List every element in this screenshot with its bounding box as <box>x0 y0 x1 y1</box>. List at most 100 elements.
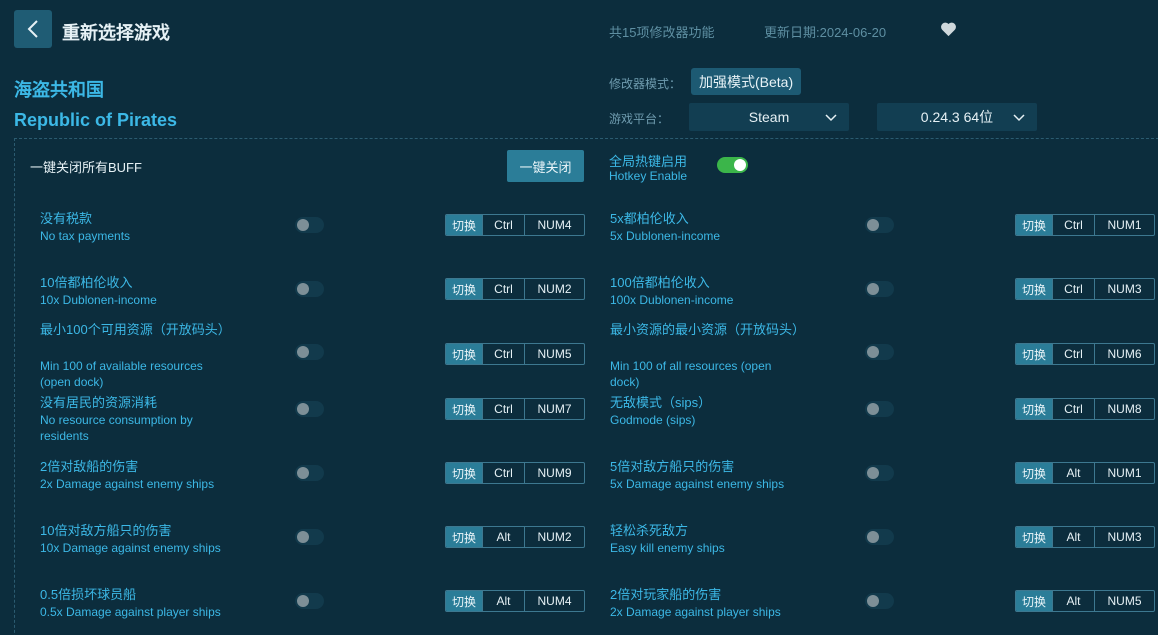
cheat-toggle[interactable] <box>865 217 894 233</box>
hotkey-combo[interactable]: 切换 Alt NUM3 <box>1015 526 1155 548</box>
hotkey-combo[interactable]: 切换 Ctrl NUM5 <box>445 343 585 365</box>
toggle-knob <box>297 403 309 415</box>
cheat-name-cn: 没有居民的资源消耗 <box>40 395 158 410</box>
toggle-knob <box>297 283 309 295</box>
cheat-name-cn: 100倍都柏伦收入 <box>610 275 710 290</box>
cheat-row: 2倍对敌船的伤害 2x Damage against enemy ships 切换 C… <box>40 457 585 517</box>
modifier-key: Ctrl <box>1052 215 1094 235</box>
cheat-name-cn: 2倍对玩家船的伤害 <box>610 587 722 602</box>
hotkey-combo[interactable]: 切换 Ctrl NUM7 <box>445 398 585 420</box>
hotkey-key: NUM4 <box>524 591 584 611</box>
hotkey-combo[interactable]: 切换 Ctrl NUM8 <box>1015 398 1155 420</box>
cheat-toggle[interactable] <box>865 344 894 360</box>
toggle-knob <box>867 219 879 231</box>
modifier-key: Alt <box>1052 463 1094 483</box>
toggle-knob <box>297 531 309 543</box>
heart-icon[interactable] <box>940 21 957 37</box>
cheat-name-cn: 2倍对敌船的伤害 <box>40 459 139 474</box>
cheat-toggle[interactable] <box>865 529 894 545</box>
toggle-knob <box>297 595 309 607</box>
hotkey-key: NUM7 <box>524 399 584 419</box>
cheat-row: 0.5倍损坏球员船 0.5x Damage against player ship… <box>40 585 585 635</box>
disable-all-button[interactable]: 一键关闭 <box>507 150 584 182</box>
switch-key-button[interactable]: 切换 <box>446 344 482 364</box>
cheat-row: 5x都柏伦收入 5x Dublonen-income 切换 Ctrl NUM1 <box>610 209 1155 269</box>
hotkey-combo[interactable]: 切换 Ctrl NUM1 <box>1015 214 1155 236</box>
cheat-name-cn: 5x都柏伦收入 <box>610 211 689 226</box>
cheat-toggle[interactable] <box>295 529 324 545</box>
switch-key-button[interactable]: 切换 <box>446 215 482 235</box>
hotkey-key: NUM4 <box>524 215 584 235</box>
cheat-name-en: 100x Dublonen-income <box>610 293 734 307</box>
cheat-toggle[interactable] <box>865 465 894 481</box>
cheat-toggle[interactable] <box>295 344 324 360</box>
cheat-toggle[interactable] <box>295 465 324 481</box>
switch-key-button[interactable]: 切换 <box>1016 215 1052 235</box>
cheat-toggle[interactable] <box>295 401 324 417</box>
hotkey-combo[interactable]: 切换 Ctrl NUM2 <box>445 278 585 300</box>
version-select[interactable]: 0.24.3 64位 <box>877 103 1037 131</box>
cheat-name-cn: 最小100个可用资源（开放码头） <box>40 322 231 337</box>
page-title: 重新选择游戏 <box>62 23 170 43</box>
version-value: 0.24.3 64位 <box>920 109 994 125</box>
hotkey-combo[interactable]: 切换 Ctrl NUM6 <box>1015 343 1155 365</box>
cheat-row: 无敌模式（sips） Godmode (sips) 切换 Ctrl NUM8 <box>610 393 1155 453</box>
toggle-knob <box>867 403 879 415</box>
switch-key-button[interactable]: 切换 <box>446 463 482 483</box>
cheat-toggle[interactable] <box>295 281 324 297</box>
cheat-toggle[interactable] <box>295 593 324 609</box>
modifier-key: Ctrl <box>482 463 524 483</box>
cheat-name-cn: 无敌模式（sips） <box>610 395 712 410</box>
cheat-name-en: Min 100 of available resources (open doc… <box>40 359 203 389</box>
hotkey-label-en: Hotkey Enable <box>609 169 688 183</box>
mode-badge[interactable]: 加强模式(Beta) <box>691 68 802 95</box>
hotkey-combo[interactable]: 切换 Alt NUM1 <box>1015 462 1155 484</box>
switch-key-button[interactable]: 切换 <box>1016 279 1052 299</box>
game-name-cn: 海盗共和国 <box>14 80 104 100</box>
game-name-en: Republic of Pirates <box>14 110 178 130</box>
switch-key-button[interactable]: 切换 <box>446 527 482 547</box>
cheat-row: 10倍对敌方船只的伤害 10x Damage against enemy ship… <box>40 521 585 581</box>
chevron-down-icon <box>1013 114 1025 122</box>
switch-key-button[interactable]: 切换 <box>446 279 482 299</box>
switch-key-button[interactable]: 切换 <box>446 591 482 611</box>
switch-key-button[interactable]: 切换 <box>1016 344 1052 364</box>
toggle-knob <box>297 467 309 479</box>
hotkey-combo[interactable]: 切换 Ctrl NUM3 <box>1015 278 1155 300</box>
hotkey-combo[interactable]: 切换 Ctrl NUM9 <box>445 462 585 484</box>
toggle-knob <box>297 219 309 231</box>
toggle-knob <box>867 467 879 479</box>
cheat-row: 没有税款 No tax payments 切换 Ctrl NUM4 <box>40 209 585 269</box>
cheat-name-cn: 5倍对敌方船只的伤害 <box>610 459 735 474</box>
toggle-knob <box>867 531 879 543</box>
platform-select[interactable]: Steam <box>689 103 849 131</box>
hotkey-key: NUM3 <box>1094 527 1154 547</box>
switch-key-button[interactable]: 切换 <box>1016 463 1052 483</box>
toggle-knob <box>297 346 309 358</box>
hotkey-toggle[interactable] <box>717 157 748 173</box>
hotkey-combo[interactable]: 切换 Alt NUM2 <box>445 526 585 548</box>
hotkey-key: NUM5 <box>524 344 584 364</box>
switch-key-button[interactable]: 切换 <box>1016 591 1052 611</box>
back-button[interactable] <box>14 10 52 48</box>
hotkey-key: NUM5 <box>1094 591 1154 611</box>
hotkey-combo[interactable]: 切换 Ctrl NUM4 <box>445 214 585 236</box>
cheat-name-en: 10x Dublonen-income <box>40 293 157 307</box>
switch-key-button[interactable]: 切换 <box>446 399 482 419</box>
cheat-name-en: No tax payments <box>40 229 131 243</box>
cheat-row: 最小资源的最小资源（开放码头） Min 100 of all resources … <box>610 320 1155 389</box>
cheat-row: 5倍对敌方船只的伤害 5x Damage against enemy ships 切… <box>610 457 1155 517</box>
cheat-toggle[interactable] <box>295 217 324 233</box>
cheat-name-en: 5x Dublonen-income <box>610 229 721 243</box>
switch-key-button[interactable]: 切换 <box>1016 399 1052 419</box>
cheat-toggle[interactable] <box>865 401 894 417</box>
cheat-toggle[interactable] <box>865 281 894 297</box>
hotkey-key: NUM1 <box>1094 463 1154 483</box>
cheat-toggle[interactable] <box>865 593 894 609</box>
hotkey-combo[interactable]: 切换 Alt NUM5 <box>1015 590 1155 612</box>
switch-key-button[interactable]: 切换 <box>1016 527 1052 547</box>
toggle-knob <box>734 159 746 171</box>
modifier-key: Alt <box>1052 527 1094 547</box>
hotkey-combo[interactable]: 切换 Alt NUM4 <box>445 590 585 612</box>
cheat-name-cn: 没有税款 <box>40 211 93 226</box>
